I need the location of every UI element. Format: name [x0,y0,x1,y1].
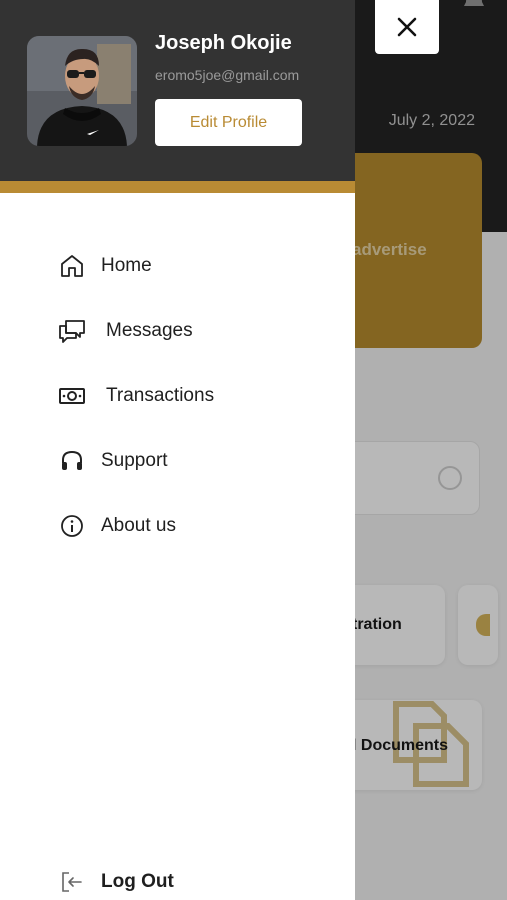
profile-name: Joseph Okojie [155,32,292,54]
close-icon [397,17,417,37]
menu-item-support[interactable]: Support [58,445,168,477]
menu-item-messages[interactable]: Messages [58,315,193,347]
close-drawer-button[interactable] [375,0,439,54]
menu-item-label: Messages [106,320,193,341]
dim-overlay[interactable] [355,0,507,900]
avatar[interactable] [27,36,137,146]
info-icon [58,512,86,540]
menu-item-label: Home [101,255,152,276]
logout-icon [58,868,86,896]
logout-label: Log Out [101,871,174,892]
menu-item-label: About us [101,515,176,536]
profile-email: eromo5joe@gmail.com [155,67,300,83]
accent-strip [0,181,355,193]
cash-icon [58,382,86,410]
home-icon [58,252,86,280]
menu-item-label: Support [101,450,168,471]
logout-button[interactable]: Log Out [58,866,174,898]
menu-item-transactions[interactable]: Transactions [58,380,214,412]
menu-item-home[interactable]: Home [58,250,152,282]
profile-header: Joseph Okojie eromo5joe@gmail.com Edit P… [0,0,355,181]
menu-item-label: Transactions [106,385,215,406]
edit-profile-button[interactable]: Edit Profile [155,99,302,146]
navigation-drawer: Joseph Okojie eromo5joe@gmail.com Edit P… [0,0,355,900]
menu-item-about[interactable]: About us [58,510,176,542]
headset-icon [58,447,86,475]
messages-icon [58,317,86,345]
